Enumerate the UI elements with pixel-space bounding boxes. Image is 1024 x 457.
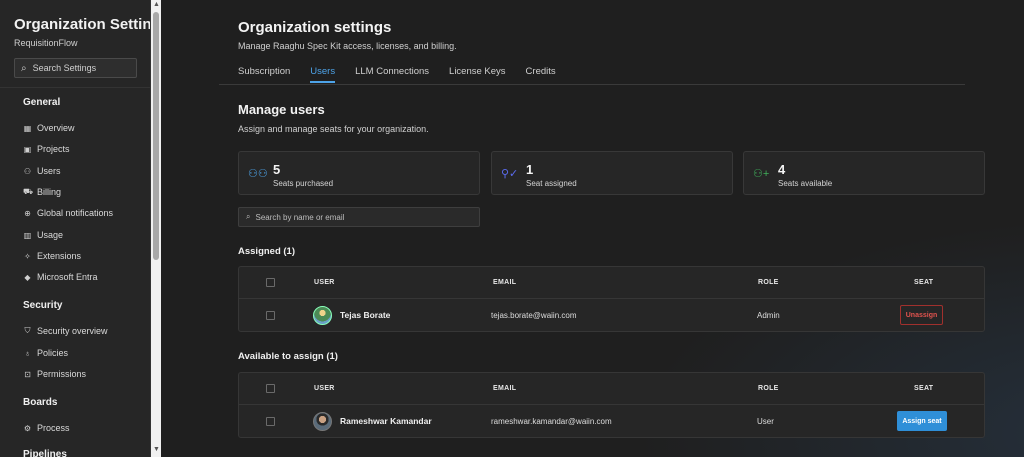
column-user: USER xyxy=(314,279,335,286)
tab-license-keys[interactable]: License Keys xyxy=(449,66,506,83)
tab-subscription[interactable]: Subscription xyxy=(238,66,290,83)
sidebar-divider xyxy=(0,87,150,88)
avatar xyxy=(313,305,332,325)
org-subtitle: RequisitionFlow xyxy=(14,38,78,48)
user-search-input[interactable] xyxy=(255,212,466,222)
unassign-button[interactable]: Unassign xyxy=(900,305,943,325)
search-icon: ⌕ xyxy=(246,212,251,221)
table-row: Rameshwar Kamandar rameshwar.kamandar@wa… xyxy=(239,405,984,437)
sidebar-item-policies[interactable]: ♁ Policies xyxy=(23,348,69,358)
grid-icon: ▦ xyxy=(23,123,32,133)
search-icon: ⌕ xyxy=(21,62,27,74)
select-all-checkbox[interactable] xyxy=(266,384,275,393)
user-role: User xyxy=(757,416,774,426)
lock-icon: ⊡ xyxy=(24,369,31,379)
user-role: Admin xyxy=(757,310,780,320)
main-content: Organization settings Manage Raaghu Spec… xyxy=(161,0,1024,457)
column-email: EMAIL xyxy=(493,279,517,286)
scrollbar-thumb[interactable] xyxy=(153,12,159,260)
lightbulb-icon: ♁ xyxy=(24,348,31,358)
tabs-divider xyxy=(219,84,965,85)
tab-credits[interactable]: Credits xyxy=(526,66,556,83)
available-title: Available to assign (1) xyxy=(238,351,338,362)
sidebar-item-projects[interactable]: ▣ Projects xyxy=(23,144,70,154)
settings-search[interactable]: ⌕ xyxy=(14,58,137,78)
users-icon: ⚇ xyxy=(23,166,32,176)
stat-seat-assigned: ⚲✓ 1 Seat assigned xyxy=(491,151,733,195)
sidebar-item-billing[interactable]: ⛟ Billing xyxy=(23,187,61,197)
user-search[interactable]: ⌕ xyxy=(238,207,480,227)
sidebar-item-global-notifications[interactable]: ⊕ Global notifications xyxy=(23,208,113,218)
available-table: USER EMAIL ROLE SEAT Rameshwar Kamandar … xyxy=(238,372,985,438)
process-icon: ⚙ xyxy=(23,423,32,433)
manage-users-title: Manage users xyxy=(238,102,325,117)
stat-seats-purchased: ⚇⚇ 5 Seats purchased xyxy=(238,151,480,195)
column-seat: SEAT xyxy=(914,279,934,286)
user-name: Tejas Borate xyxy=(340,310,391,320)
cart-icon: ⛟ xyxy=(23,187,34,196)
group-icon: ⚇⚇ xyxy=(248,168,268,180)
chart-icon: ▥ xyxy=(23,230,32,240)
row-checkbox[interactable] xyxy=(266,416,275,426)
org-title: Organization Settin... xyxy=(14,16,150,33)
tab-llm-connections[interactable]: LLM Connections xyxy=(355,66,429,83)
row-checkbox[interactable] xyxy=(266,310,275,320)
sidebar-item-permissions[interactable]: ⊡ Permissions xyxy=(23,369,86,379)
shield-icon: ⛉ xyxy=(24,326,31,335)
sidebar: Organization Settin... RequisitionFlow ⌕… xyxy=(0,0,151,457)
sidebar-item-overview[interactable]: ▦ Overview xyxy=(23,123,75,133)
column-user: USER xyxy=(314,385,335,392)
scroll-down-icon[interactable]: ▼ xyxy=(153,446,160,453)
avatar xyxy=(313,411,332,431)
sidebar-item-usage[interactable]: ▥ Usage xyxy=(23,230,63,240)
table-header: USER EMAIL ROLE SEAT xyxy=(239,267,984,299)
extension-icon: ✧ xyxy=(24,251,31,261)
section-general: General xyxy=(23,97,61,108)
page-description: Manage Raaghu Spec Kit access, licenses,… xyxy=(238,41,457,51)
settings-search-input[interactable] xyxy=(32,63,129,73)
section-pipelines: Pipelines xyxy=(23,449,67,457)
projects-icon: ▣ xyxy=(23,144,32,154)
manage-users-description: Assign and manage seats for your organiz… xyxy=(238,124,429,134)
sidebar-item-process[interactable]: ⚙ Process xyxy=(23,423,70,433)
user-email: rameshwar.kamandar@waiin.com xyxy=(491,416,612,426)
sidebar-item-users[interactable]: ⚇ Users xyxy=(23,166,61,176)
globe-icon: ⊕ xyxy=(24,208,31,218)
column-seat: SEAT xyxy=(914,385,934,392)
section-security: Security xyxy=(23,300,63,311)
sidebar-item-microsoft-entra[interactable]: ◆ Microsoft Entra xyxy=(23,272,97,282)
user-email: tejas.borate@waiin.com xyxy=(491,310,577,320)
table-row: Tejas Borate tejas.borate@waiin.com Admi… xyxy=(239,299,984,331)
sidebar-item-security-overview[interactable]: ⛉ Security overview xyxy=(23,326,108,336)
sidebar-item-extensions[interactable]: ✧ Extensions xyxy=(23,251,81,261)
assigned-table: USER EMAIL ROLE SEAT Tejas Borate tejas.… xyxy=(238,266,985,332)
scroll-up-icon[interactable]: ▲ xyxy=(153,1,160,8)
user-check-icon: ⚲✓ xyxy=(501,168,519,180)
column-email: EMAIL xyxy=(493,385,517,392)
assigned-title: Assigned (1) xyxy=(238,246,296,257)
entra-icon: ◆ xyxy=(24,272,31,282)
assign-seat-button[interactable]: Assign seat xyxy=(897,411,947,431)
select-all-checkbox[interactable] xyxy=(266,278,275,287)
stat-seats-available: ⚇+ 4 Seats available xyxy=(743,151,985,195)
section-boards: Boards xyxy=(23,397,58,408)
table-header: USER EMAIL ROLE SEAT xyxy=(239,373,984,405)
column-role: ROLE xyxy=(758,385,779,392)
column-role: ROLE xyxy=(758,279,779,286)
tab-users[interactable]: Users xyxy=(310,66,335,83)
sidebar-scrollbar[interactable]: ▲ ▼ xyxy=(151,0,161,457)
page-title: Organization settings xyxy=(238,19,392,36)
user-add-icon: ⚇+ xyxy=(753,168,770,180)
user-name: Rameshwar Kamandar xyxy=(340,416,432,426)
tab-bar: Subscription Users LLM Connections Licen… xyxy=(238,66,576,83)
